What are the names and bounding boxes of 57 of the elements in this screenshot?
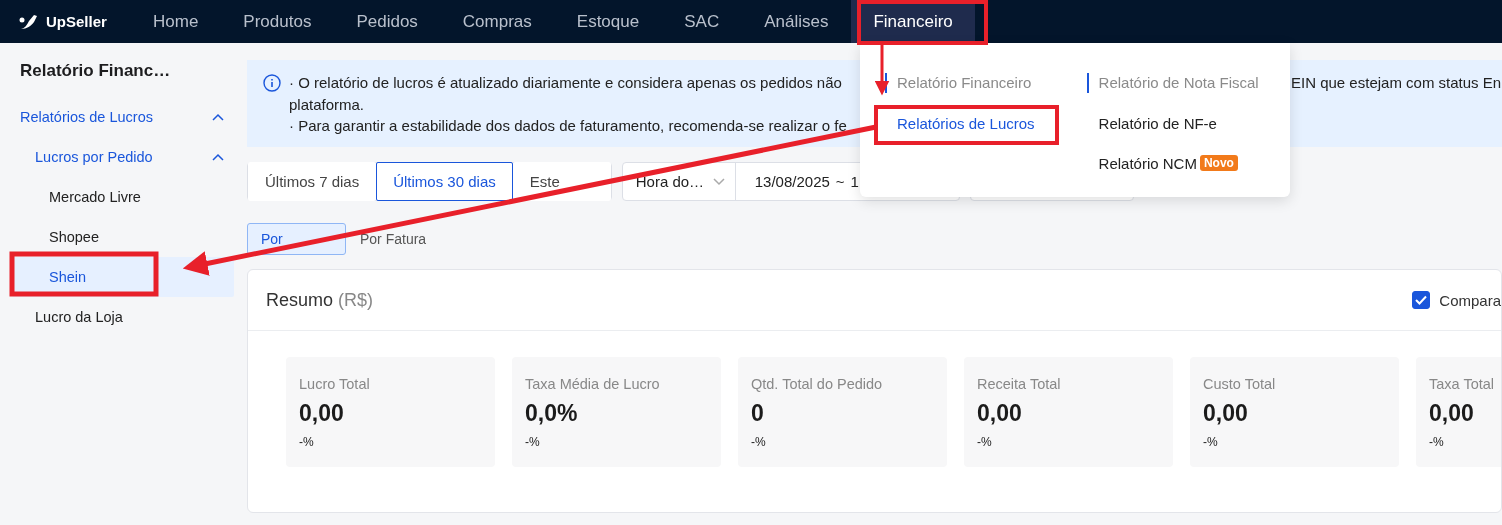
metric-value: 0,00 <box>1429 400 1475 427</box>
nav-tab[interactable]: Home <box>131 0 221 43</box>
metric-label: Qtd. Total do Pedido <box>751 376 884 392</box>
date-end: 1 <box>850 173 859 190</box>
metric-label: Custo Total <box>1203 376 1277 392</box>
metric-label: Lucro Total <box>299 376 371 392</box>
sidebar-item[interactable]: Mercado Livre <box>12 177 234 217</box>
metric-label: Taxa Média de Lucro <box>525 376 661 392</box>
nav-tab[interactable]: Pedidos <box>334 0 440 43</box>
nav-tab[interactable]: SAC <box>662 0 742 43</box>
date-separator: ~ <box>835 173 845 190</box>
menu-heading: Relatório de Nota Fiscal <box>1086 73 1259 93</box>
info-icon <box>263 74 281 92</box>
metric-change: -% <box>751 435 767 449</box>
sidebar-item[interactable]: Relatórios de Lucros <box>12 97 234 137</box>
menu-item[interactable]: Relatório NCM Novo <box>1086 143 1259 183</box>
chevron-icon <box>212 113 224 121</box>
chevron-icon <box>712 177 725 186</box>
range-button[interactable]: Últimos 7 dias <box>248 162 377 201</box>
nav-tab[interactable]: Compras <box>440 0 554 43</box>
metric-change: -% <box>977 435 993 449</box>
notice-text: · O relatório de lucros é atualizado diariamente e considera apenas os pedidos não <box>289 73 843 93</box>
menu-item[interactable]: Relatório de NF-e <box>1086 103 1259 143</box>
time-select[interactable]: Hora do… <box>622 163 736 200</box>
compare-checkbox[interactable]: Compara <box>1412 291 1501 309</box>
annotation-arrow <box>874 44 890 96</box>
logo-text: UpSeller <box>46 13 107 30</box>
checkbox-icon[interactable] <box>1412 291 1431 309</box>
sidebar-title: Relatório Financ… <box>19 61 172 82</box>
notice-text: EIN que estejam com status En <box>1291 73 1502 93</box>
menu-heading: Relatório Financeiro <box>885 73 1035 93</box>
sidebar-item[interactable]: Shopee <box>12 217 234 257</box>
sidebar-item[interactable]: Lucro da Loja <box>12 297 234 337</box>
metric-value: 0,00 <box>1203 400 1249 427</box>
menu-item[interactable]: Relatórios de Lucros <box>885 103 1035 143</box>
metric-label: Receita Total <box>977 376 1062 392</box>
metric-change: -% <box>525 435 541 449</box>
chevron-icon <box>212 153 224 161</box>
metric-change: -% <box>299 435 315 449</box>
sidebar-item[interactable]: Lucros por Pedido <box>12 137 234 177</box>
metric-change: -% <box>1203 435 1219 449</box>
metric-value: 0 <box>751 400 765 427</box>
new-badge: Novo <box>1199 155 1238 171</box>
metric-value: 0,00 <box>977 400 1023 427</box>
nav-tab[interactable]: Estoque <box>554 0 662 43</box>
metric-value: 0,00 <box>299 400 345 427</box>
card-title: Resumo (R$) <box>266 289 374 311</box>
metric-value: 0,0% <box>525 400 579 427</box>
nav-tab[interactable]: Produtos <box>221 0 334 43</box>
date-start: 13/08/2025 <box>754 173 830 190</box>
notice-text: · Para garantir a estabilidade dos dados de faturamento, recomenda-se realizar o fe <box>289 116 847 136</box>
range-button[interactable]: Últimos 30 dias <box>376 162 513 201</box>
metric-change: -% <box>1429 435 1445 449</box>
notice-text: plataforma. <box>289 94 365 115</box>
nav-tab[interactable]: Análises <box>742 0 851 43</box>
view-tab[interactable]: Por Fatura <box>346 223 441 255</box>
metric-label: Taxa Total <box>1429 376 1496 392</box>
